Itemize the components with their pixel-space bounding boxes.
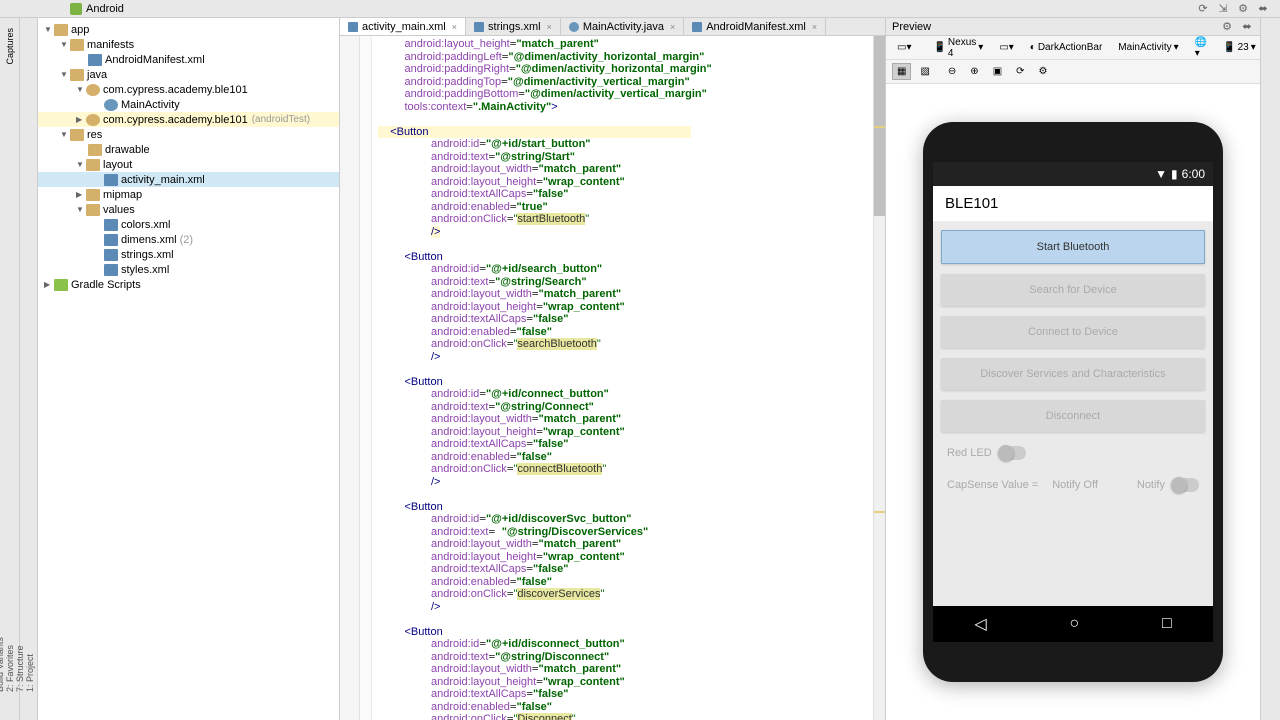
tab-strings[interactable]: strings.xml× [466, 18, 561, 35]
tree-styles[interactable]: styles.xml [38, 262, 339, 277]
tab-activity-main[interactable]: activity_main.xml× [340, 18, 466, 35]
module-label: Android [86, 3, 124, 15]
tree-colors[interactable]: colors.xml [38, 217, 339, 232]
red-led-label: Red LED [947, 447, 992, 459]
app-bar: BLE101 [933, 186, 1213, 222]
close-icon[interactable]: × [812, 22, 817, 32]
tree-app[interactable]: ▼app [38, 22, 339, 37]
tree-dimens[interactable]: dimens.xml(2) [38, 232, 339, 247]
red-led-row: Red LED [941, 442, 1205, 464]
design-mode-icon[interactable]: ▦ [892, 63, 911, 80]
tree-values[interactable]: ▼values [38, 202, 339, 217]
tree-manifest-file[interactable]: AndroidManifest.xml [38, 52, 339, 67]
btn-search[interactable]: Search for Device [941, 274, 1205, 306]
module-selector[interactable]: Android [70, 3, 124, 15]
marker [874, 126, 885, 128]
close-icon[interactable]: × [547, 22, 552, 32]
close-icon[interactable]: × [670, 22, 675, 32]
editor-tabs: activity_main.xml× strings.xml× MainActi… [340, 18, 885, 36]
btn-discover[interactable]: Discover Services and Characteristics [941, 358, 1205, 390]
close-icon[interactable]: × [452, 22, 457, 32]
zoom-in-icon[interactable]: ⊕ [965, 63, 983, 80]
code-editor[interactable]: android:layout_height="match_parent" and… [340, 36, 885, 720]
tree-mipmap[interactable]: ▶mipmap [38, 187, 339, 202]
home-button[interactable]: ○ [1069, 615, 1079, 633]
battery-icon: ▮ [1171, 167, 1178, 181]
btn-disconnect[interactable]: Disconnect [941, 400, 1205, 432]
tree-res[interactable]: ▼res [38, 127, 339, 142]
tree-pkg1[interactable]: ▼com.cypress.academy.ble101 [38, 82, 339, 97]
settings-icon[interactable]: ⚙ [1236, 2, 1250, 16]
wifi-icon: ▼ [1155, 167, 1167, 181]
device-icon[interactable]: ▭▾ [892, 39, 916, 56]
sync-icon[interactable]: ⟳ [1196, 2, 1210, 16]
theme-selector[interactable]: ◐DarkActionBar [1025, 39, 1108, 56]
structure-tab[interactable]: 7: Structure [15, 26, 25, 692]
notify-off-label: Notify Off [1052, 479, 1098, 491]
tab-main-activity[interactable]: MainActivity.java× [561, 18, 684, 35]
tree-drawable[interactable]: drawable [38, 142, 339, 157]
code-content[interactable]: android:layout_height="match_parent" and… [372, 36, 873, 720]
recent-button[interactable]: □ [1162, 615, 1172, 633]
btn-start-bluetooth[interactable]: Start Bluetooth [941, 230, 1205, 264]
editor-area: activity_main.xml× strings.xml× MainActi… [340, 18, 885, 720]
device-selector[interactable]: 📱Nexus 4▾ [928, 34, 988, 62]
gear-icon[interactable]: ⚙ [1220, 20, 1234, 34]
orientation-icon[interactable]: ▭▾ [994, 39, 1018, 56]
app-content: Start Bluetooth Search for Device Connec… [933, 222, 1213, 606]
left-tool-strip-2: 1: Project 7: Structure 2: Favorites Bui… [20, 18, 38, 720]
tree-main-activity[interactable]: MainActivity [38, 97, 339, 112]
hide-icon[interactable]: ⬌ [1256, 2, 1270, 16]
project-tab[interactable]: 1: Project [25, 26, 35, 692]
zoom-fit-icon[interactable]: ▣ [988, 63, 1007, 80]
tree-pkg2[interactable]: ▶com.cypress.academy.ble101(androidTest) [38, 112, 339, 127]
btn-connect[interactable]: Connect to Device [941, 316, 1205, 348]
editor-scrollbar[interactable] [873, 36, 885, 720]
tree-manifests[interactable]: ▼manifests [38, 37, 339, 52]
right-tool-strip [1260, 18, 1280, 720]
tree-layout[interactable]: ▼layout [38, 157, 339, 172]
module-toolbar: Android ⟳ ⇲ ⚙ ⬌ [0, 0, 1280, 18]
blueprint-mode-icon[interactable]: ▧ [915, 63, 934, 80]
capsense-label: CapSense Value = [947, 479, 1038, 491]
nav-bar: ◁ ○ □ [933, 606, 1213, 642]
captures-tab[interactable]: Captures [5, 28, 15, 65]
red-led-switch[interactable] [1000, 446, 1026, 460]
notify-switch[interactable] [1173, 478, 1199, 492]
tab-manifest[interactable]: AndroidManifest.xml× [684, 18, 826, 35]
preview-panel: Preview ⚙ ⬌ ▭▾ 📱Nexus 4▾ ▭▾ ◐DarkActionB… [885, 18, 1260, 720]
notify-label: Notify [1137, 479, 1165, 491]
hide-preview-icon[interactable]: ⬌ [1240, 20, 1254, 34]
preview-title: Preview [892, 21, 931, 33]
preview-canvas: ▼ ▮ 6:00 BLE101 Start Bluetooth Search f… [886, 84, 1260, 720]
settings-icon[interactable]: ⚙ [1034, 63, 1053, 80]
api-selector[interactable]: 📱23▾ [1218, 39, 1261, 56]
build-variants-tab[interactable]: Build Variants [0, 26, 5, 692]
collapse-icon[interactable]: ⇲ [1216, 2, 1230, 16]
tree-activity-main[interactable]: activity_main.xml [38, 172, 339, 187]
tree-java[interactable]: ▼java [38, 67, 339, 82]
project-tree-panel: ▼app ▼manifests AndroidManifest.xml ▼jav… [38, 18, 340, 720]
capsense-row: CapSense Value = Notify Off Notify [941, 474, 1205, 496]
android-icon [70, 3, 82, 15]
preview-toolbar-sub: ▦ ▧ ⊖ ⊕ ▣ ⟳ ⚙ [886, 60, 1260, 84]
refresh-icon[interactable]: ⟳ [1011, 63, 1029, 80]
clock: 6:00 [1182, 167, 1205, 181]
tree-strings[interactable]: strings.xml [38, 247, 339, 262]
activity-selector[interactable]: MainActivity▾ [1113, 39, 1183, 56]
phone-frame: ▼ ▮ 6:00 BLE101 Start Bluetooth Search f… [923, 122, 1223, 682]
back-button[interactable]: ◁ [974, 614, 986, 634]
favorites-tab[interactable]: 2: Favorites [5, 286, 15, 692]
status-bar: ▼ ▮ 6:00 [933, 162, 1213, 186]
gutter [340, 36, 360, 720]
locale-icon[interactable]: 🌐▾ [1190, 34, 1212, 62]
tree-gradle[interactable]: ▶Gradle Scripts [38, 277, 339, 292]
zoom-out-icon[interactable]: ⊖ [943, 63, 961, 80]
marker [874, 511, 885, 513]
fold-gutter [360, 36, 372, 720]
phone-screen: ▼ ▮ 6:00 BLE101 Start Bluetooth Search f… [933, 162, 1213, 642]
preview-toolbar: ▭▾ 📱Nexus 4▾ ▭▾ ◐DarkActionBar MainActiv… [886, 36, 1260, 60]
